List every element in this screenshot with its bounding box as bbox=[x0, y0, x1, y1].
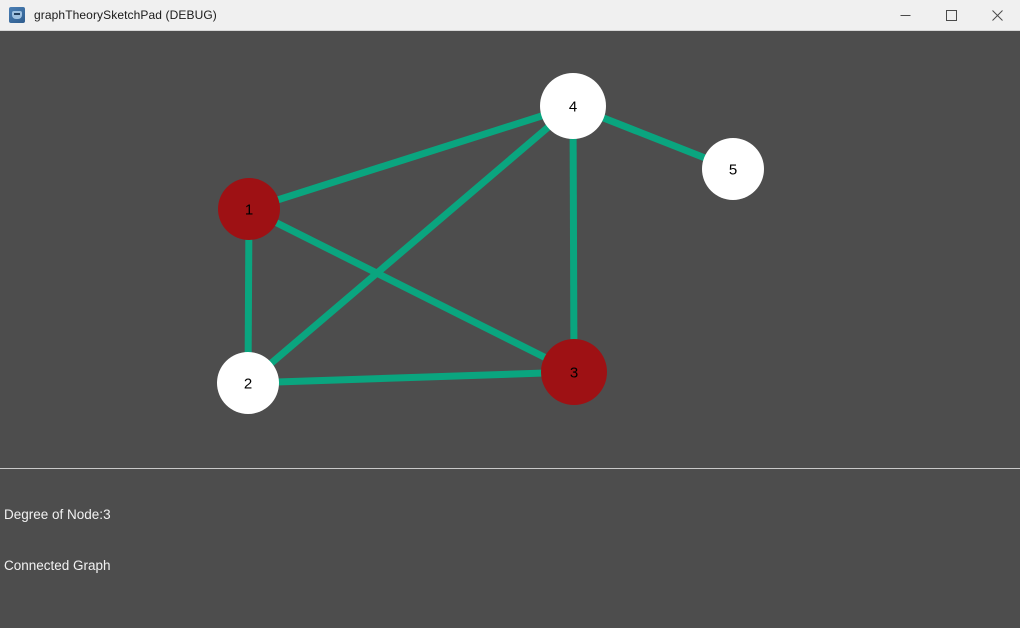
graph-node-circle[interactable] bbox=[702, 138, 764, 200]
graph-edge[interactable] bbox=[569, 105, 578, 373]
graph-edge[interactable] bbox=[247, 205, 576, 376]
graph-info-text: Degree of Node:3 Connected Graph {Node_1… bbox=[4, 472, 434, 582]
graph-edge[interactable] bbox=[247, 368, 575, 387]
app-icon bbox=[9, 7, 25, 23]
graph-node-circle[interactable] bbox=[217, 352, 279, 414]
graph-node-circle[interactable] bbox=[541, 339, 607, 405]
close-button[interactable] bbox=[974, 0, 1020, 31]
graph-edge[interactable] bbox=[247, 102, 575, 213]
graph-node-circle[interactable] bbox=[540, 73, 606, 139]
graph-node[interactable]: 4 bbox=[540, 73, 606, 139]
edge-layer bbox=[244, 102, 735, 387]
window-title: graphTheorySketchPad (DEBUG) bbox=[34, 8, 217, 22]
graph-node-circle[interactable] bbox=[218, 178, 280, 240]
graph-edge[interactable] bbox=[245, 103, 576, 386]
graph-node[interactable]: 2 bbox=[217, 352, 279, 414]
graph-canvas[interactable]: 1 2 3 4 5 bbox=[0, 31, 1020, 468]
graph-node[interactable]: 1 bbox=[218, 178, 280, 240]
graph-node[interactable]: 3 bbox=[541, 339, 607, 405]
graph-svg: 1 2 3 4 5 bbox=[217, 73, 764, 414]
degree-label: Degree of Node: bbox=[4, 507, 104, 522]
degree-line: Degree of Node:3 bbox=[4, 506, 434, 523]
bottom-panel: Degree of Node:3 Connected Graph {Node_1… bbox=[0, 469, 1020, 628]
application-window: graphTheorySketchPad (DEBUG) 1 2 3 4 5 Degre… bbox=[0, 0, 1020, 628]
connectivity-line: Connected Graph bbox=[4, 558, 111, 573]
minimize-button[interactable] bbox=[882, 0, 928, 31]
window-controls bbox=[882, 0, 1020, 31]
maximize-button[interactable] bbox=[928, 0, 974, 31]
title-bar: graphTheorySketchPad (DEBUG) bbox=[0, 0, 1020, 31]
degree-value: 3 bbox=[103, 507, 111, 522]
graph-node[interactable]: 5 bbox=[702, 138, 764, 200]
node-layer: 1 2 3 4 5 bbox=[217, 73, 764, 414]
